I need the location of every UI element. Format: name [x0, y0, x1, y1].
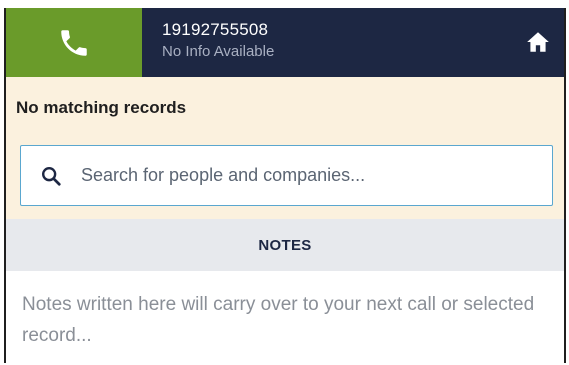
record-match-area: No matching records — [6, 77, 564, 219]
search-input[interactable] — [81, 146, 552, 205]
match-status: No matching records — [16, 98, 187, 117]
notes-header[interactable]: NOTES — [6, 219, 564, 271]
caller-details: 19192755508 No Info Available — [162, 20, 274, 62]
caller-info: No Info Available — [162, 43, 275, 60]
search-icon — [42, 166, 61, 186]
caller-number: 19192755508 — [162, 20, 269, 39]
notes-area — [6, 271, 564, 363]
phone-icon — [61, 29, 87, 56]
home-button[interactable] — [522, 26, 554, 58]
home-icon — [527, 32, 549, 52]
search-box[interactable] — [20, 145, 553, 206]
call-panel: 19192755508 No Info Available No matchin… — [4, 8, 566, 363]
call-button[interactable] — [6, 8, 142, 77]
notes-input[interactable] — [22, 289, 552, 359]
call-header: 19192755508 No Info Available — [6, 8, 564, 77]
